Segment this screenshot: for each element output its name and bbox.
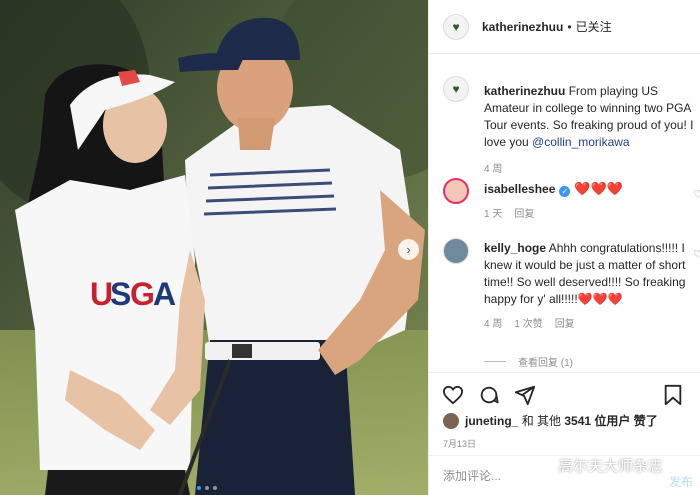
comment-age: 1 天 xyxy=(484,209,503,220)
svg-text:S: S xyxy=(110,276,131,312)
replies-divider xyxy=(484,361,506,362)
heart-icon[interactable] xyxy=(441,383,465,407)
caption-author[interactable]: katherinezhuu xyxy=(484,84,565,98)
comment-age: 4 周 xyxy=(484,319,503,330)
view-replies-label: 查看回复 (1) xyxy=(518,358,573,369)
comments-list[interactable]: ♥ katherinezhuu From playing US Amateur … xyxy=(429,66,700,372)
reply-button[interactable]: 回复 xyxy=(555,316,575,333)
action-bar xyxy=(429,372,700,416)
caption-mention[interactable]: @collin_morikawa xyxy=(532,135,630,149)
header-separator: • xyxy=(567,19,572,34)
post-photo[interactable]: U S G A › xyxy=(0,0,428,495)
share-icon[interactable] xyxy=(513,383,537,407)
verified-badge-icon: ✓ xyxy=(559,186,571,197)
carousel-dot xyxy=(213,486,217,490)
comment-icon[interactable] xyxy=(477,383,501,407)
avatar[interactable]: ♥ xyxy=(443,76,469,102)
comment-text: ❤️❤️❤️ xyxy=(574,181,623,196)
view-replies-button[interactable]: 查看回复 (1) xyxy=(484,354,573,369)
avatar[interactable] xyxy=(443,178,469,204)
likes-connector: 和 其他 xyxy=(521,414,562,428)
comment-likes-count[interactable]: 1 次赞 xyxy=(514,316,542,333)
svg-text:A: A xyxy=(153,276,176,312)
comment-input[interactable] xyxy=(443,468,593,483)
comment-like-heart-icon[interactable]: ♡ xyxy=(693,248,700,261)
comment-author[interactable]: isabelleshee xyxy=(484,182,555,196)
comment-like-heart-icon[interactable]: ♡ xyxy=(693,188,700,201)
carousel-indicator xyxy=(197,486,217,490)
photo-illustration: U S G A xyxy=(0,0,428,495)
chevron-right-icon[interactable]: › xyxy=(398,239,419,260)
header-username[interactable]: katherinezhuu xyxy=(482,20,563,34)
likes-count[interactable]: 3541 xyxy=(564,414,591,428)
liker-username[interactable]: juneting_ xyxy=(465,414,518,428)
caption-age: 4 周 xyxy=(484,164,503,175)
post-sidebar: ♥ katherinezhuu • 已关注 ♥ katherinezhuu Fr… xyxy=(428,0,700,495)
likes-suffix: 位用户 赞了 xyxy=(594,414,658,428)
avatar[interactable]: ♥ xyxy=(443,13,469,40)
post-header: ♥ katherinezhuu • 已关注 xyxy=(429,0,700,54)
comment-author[interactable]: kelly_hoge xyxy=(484,241,546,255)
carousel-dot xyxy=(205,486,209,490)
follow-status-button[interactable]: 已关注 xyxy=(576,18,612,35)
post-date: 7月13日 xyxy=(443,439,477,449)
post-comment-button[interactable]: 发布 xyxy=(669,473,693,490)
comment-composer: 发布 xyxy=(429,455,700,495)
avatar xyxy=(443,412,459,429)
carousel-dot xyxy=(197,486,201,490)
avatar[interactable] xyxy=(443,238,469,264)
reply-button[interactable]: 回复 xyxy=(514,206,534,223)
likes-summary[interactable]: juneting_ 和 其他 3541 位用户 赞了 xyxy=(443,412,658,429)
svg-text:G: G xyxy=(130,276,155,312)
bookmark-icon[interactable] xyxy=(661,383,685,407)
